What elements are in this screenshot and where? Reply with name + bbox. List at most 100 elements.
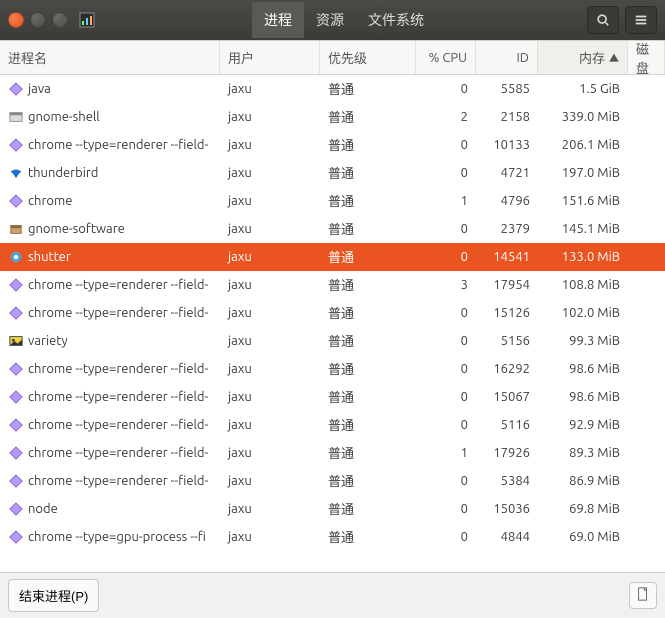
table-row[interactable]: gnome-softwarejaxu普通02379145.1 MiB bbox=[0, 215, 665, 243]
process-memory: 339.0 MiB bbox=[538, 110, 628, 124]
process-name: gnome-shell bbox=[28, 110, 100, 124]
table-row[interactable]: chrome --type=renderer --field-jaxu普通015… bbox=[0, 299, 665, 327]
process-priority: 普通 bbox=[320, 219, 416, 238]
process-id: 14541 bbox=[476, 250, 538, 264]
table-header: 进程名 用户 优先级 % CPU ID 内存 ▲ 磁盘 bbox=[0, 41, 665, 75]
process-cpu: 0 bbox=[416, 362, 476, 376]
process-name: java bbox=[28, 82, 51, 96]
col-header-user[interactable]: 用户 bbox=[220, 41, 320, 74]
end-process-button[interactable]: 结束进程(P) bbox=[8, 579, 99, 612]
col-header-name[interactable]: 进程名 bbox=[0, 41, 220, 74]
tab-1[interactable]: 资源 bbox=[304, 2, 356, 38]
process-memory: 69.8 MiB bbox=[538, 502, 628, 516]
process-name: chrome --type=renderer --field- bbox=[28, 446, 208, 460]
process-icon bbox=[8, 165, 24, 181]
window-close-button[interactable] bbox=[8, 12, 24, 28]
process-memory: 86.9 MiB bbox=[538, 474, 628, 488]
process-priority: 普通 bbox=[320, 135, 416, 154]
table-row[interactable]: chrome --type=renderer --field-jaxu普通051… bbox=[0, 411, 665, 439]
process-memory: 69.0 MiB bbox=[538, 530, 628, 544]
table-row[interactable]: javajaxu普通055851.5 GiB bbox=[0, 75, 665, 103]
process-icon bbox=[8, 501, 24, 517]
footer-bar: 结束进程(P) bbox=[0, 572, 665, 618]
process-cpu: 0 bbox=[416, 138, 476, 152]
table-row[interactable]: chrome --type=renderer --field-jaxu普通317… bbox=[0, 271, 665, 299]
process-user: jaxu bbox=[220, 530, 320, 544]
table-row[interactable]: chrome --type=renderer --field-jaxu普通015… bbox=[0, 383, 665, 411]
col-header-id[interactable]: ID bbox=[476, 41, 538, 74]
process-name: chrome --type=renderer --field- bbox=[28, 278, 208, 292]
table-row[interactable]: varietyjaxu普通0515699.3 MiB bbox=[0, 327, 665, 355]
col-header-priority[interactable]: 优先级 bbox=[320, 41, 416, 74]
table-row[interactable]: shutterjaxu普通014541133.0 MiB bbox=[0, 243, 665, 271]
process-id: 4796 bbox=[476, 194, 538, 208]
process-name: chrome --type=renderer --field- bbox=[28, 418, 208, 432]
process-user: jaxu bbox=[220, 194, 320, 208]
process-user: jaxu bbox=[220, 110, 320, 124]
table-row[interactable]: chrome --type=renderer --field-jaxu普通053… bbox=[0, 467, 665, 495]
sort-indicator-icon: ▲ bbox=[609, 50, 619, 65]
process-name: variety bbox=[28, 334, 68, 348]
process-priority: 普通 bbox=[320, 331, 416, 350]
view-tabs: 进程资源文件系统 bbox=[252, 2, 436, 38]
process-table: 进程名 用户 优先级 % CPU ID 内存 ▲ 磁盘 javajaxu普通05… bbox=[0, 40, 665, 572]
process-memory: 1.5 GiB bbox=[538, 82, 628, 96]
process-memory: 206.1 MiB bbox=[538, 138, 628, 152]
process-priority: 普通 bbox=[320, 415, 416, 434]
tab-2[interactable]: 文件系统 bbox=[356, 2, 436, 38]
process-icon bbox=[8, 277, 24, 293]
process-memory: 151.6 MiB bbox=[538, 194, 628, 208]
table-row[interactable]: chrome --type=renderer --field-jaxu普通016… bbox=[0, 355, 665, 383]
process-icon bbox=[8, 81, 24, 97]
table-body[interactable]: javajaxu普通055851.5 GiBgnome-shelljaxu普通2… bbox=[0, 75, 665, 572]
col-header-disk[interactable]: 磁盘 bbox=[628, 41, 665, 74]
process-memory: 197.0 MiB bbox=[538, 166, 628, 180]
tab-0[interactable]: 进程 bbox=[252, 2, 304, 38]
process-icon bbox=[8, 445, 24, 461]
table-row[interactable]: chrome --type=gpu-process --fijaxu普通0484… bbox=[0, 523, 665, 551]
properties-button[interactable] bbox=[629, 582, 657, 609]
menu-button[interactable] bbox=[625, 6, 657, 34]
table-row[interactable]: chromejaxu普通14796151.6 MiB bbox=[0, 187, 665, 215]
app-icon bbox=[78, 11, 96, 29]
window-maximize-button[interactable] bbox=[52, 12, 68, 28]
process-icon bbox=[8, 249, 24, 265]
process-memory: 108.8 MiB bbox=[538, 278, 628, 292]
process-priority: 普通 bbox=[320, 191, 416, 210]
process-priority: 普通 bbox=[320, 443, 416, 462]
process-id: 10133 bbox=[476, 138, 538, 152]
process-user: jaxu bbox=[220, 502, 320, 516]
process-cpu: 0 bbox=[416, 390, 476, 404]
process-icon bbox=[8, 333, 24, 349]
process-icon bbox=[8, 193, 24, 209]
window-minimize-button[interactable] bbox=[30, 12, 46, 28]
process-user: jaxu bbox=[220, 390, 320, 404]
process-icon bbox=[8, 109, 24, 125]
table-row[interactable]: chrome --type=renderer --field-jaxu普通010… bbox=[0, 131, 665, 159]
table-row[interactable]: chrome --type=renderer --field-jaxu普通117… bbox=[0, 439, 665, 467]
search-button[interactable] bbox=[587, 6, 619, 34]
process-name: chrome --type=renderer --field- bbox=[28, 362, 208, 376]
col-header-cpu[interactable]: % CPU bbox=[416, 41, 476, 74]
process-priority: 普通 bbox=[320, 471, 416, 490]
process-cpu: 1 bbox=[416, 194, 476, 208]
table-row[interactable]: nodejaxu普通01503669.8 MiB bbox=[0, 495, 665, 523]
process-memory: 99.3 MiB bbox=[538, 334, 628, 348]
process-memory: 102.0 MiB bbox=[538, 306, 628, 320]
process-cpu: 0 bbox=[416, 82, 476, 96]
table-row[interactable]: thunderbirdjaxu普通04721197.0 MiB bbox=[0, 159, 665, 187]
process-name: node bbox=[28, 502, 58, 516]
process-id: 5585 bbox=[476, 82, 538, 96]
process-icon bbox=[8, 389, 24, 405]
process-id: 4844 bbox=[476, 530, 538, 544]
process-id: 15126 bbox=[476, 306, 538, 320]
process-cpu: 0 bbox=[416, 474, 476, 488]
process-memory: 98.6 MiB bbox=[538, 362, 628, 376]
process-user: jaxu bbox=[220, 222, 320, 236]
table-row[interactable]: gnome-shelljaxu普通22158339.0 MiB bbox=[0, 103, 665, 131]
process-memory: 98.6 MiB bbox=[538, 390, 628, 404]
process-id: 15036 bbox=[476, 502, 538, 516]
process-name: chrome --type=gpu-process --fi bbox=[28, 530, 206, 544]
process-name: chrome --type=renderer --field- bbox=[28, 474, 208, 488]
col-header-memory[interactable]: 内存 ▲ bbox=[538, 41, 628, 74]
